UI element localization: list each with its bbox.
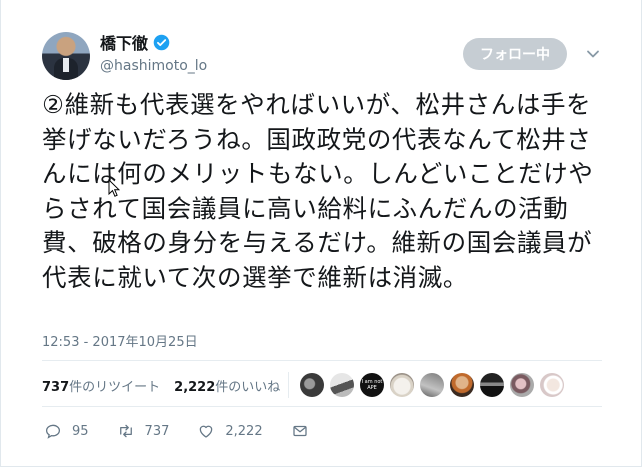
reply-button[interactable]: 95 <box>44 422 89 440</box>
direct-message-button[interactable] <box>291 422 309 440</box>
reply-count: 95 <box>72 423 89 439</box>
following-button[interactable]: フォロー中 <box>463 38 567 70</box>
avatar-shirt <box>63 58 69 72</box>
retweet-stat-count: 737 <box>42 379 70 395</box>
tweet-text: ②維新も代表選をやればいいが、松井さんは手を挙げないだろうね。国政政党の代表なん… <box>42 90 594 292</box>
avatar-text[interactable]: I am not APE <box>360 373 384 397</box>
display-name[interactable]: 橋下徹 <box>100 30 148 54</box>
envelope-icon <box>292 425 307 437</box>
like-button[interactable]: 2,222 <box>197 422 263 440</box>
retweet-count: 737 <box>144 423 170 439</box>
engagement-stats: 737件のリツイート 2,222件のいいね <box>42 375 280 395</box>
avatar-pink-photo[interactable] <box>510 373 534 397</box>
avatar-bw-photo[interactable] <box>330 373 354 397</box>
tweet-actions: 95 737 2,222 <box>44 421 337 441</box>
avatar-text-label: I am not APE <box>361 379 383 391</box>
tweet-timestamp[interactable]: 12:53 - 2017年10月25日 <box>42 331 198 350</box>
like-stat-label: 件のいいね <box>215 379 281 395</box>
like-count: 2,222 <box>225 423 263 439</box>
avatar-orange-photo[interactable] <box>450 373 474 397</box>
avatar[interactable] <box>42 32 90 80</box>
like-stat-count: 2,222 <box>174 379 216 395</box>
retweet-button[interactable]: 737 <box>117 422 170 440</box>
retweet-icon <box>119 424 132 438</box>
chevron-down-icon[interactable] <box>585 46 601 62</box>
liked-by-avatars: I am not APE <box>288 372 564 398</box>
stats-separator <box>288 372 289 398</box>
divider <box>42 406 602 407</box>
avatar-dog[interactable] <box>390 373 414 397</box>
author-name-row[interactable]: 橋下徹 <box>100 30 170 54</box>
retweet-stat[interactable]: 737件のリツイート <box>42 376 160 395</box>
reply-icon <box>45 424 61 439</box>
user-handle[interactable]: @hashimoto_lo <box>100 58 207 74</box>
heart-icon <box>200 425 213 438</box>
verified-badge-icon <box>153 34 170 50</box>
divider <box>42 360 602 361</box>
avatar-car[interactable] <box>480 373 504 397</box>
mouse-cursor-icon <box>108 179 120 197</box>
like-stat[interactable]: 2,222件のいいね <box>174 376 280 395</box>
retweet-stat-label: 件のリツイート <box>69 379 161 395</box>
avatar-dark-photo[interactable] <box>300 373 324 397</box>
avatar-gray-photo[interactable] <box>420 373 444 397</box>
avatar-sketch[interactable] <box>540 373 564 397</box>
